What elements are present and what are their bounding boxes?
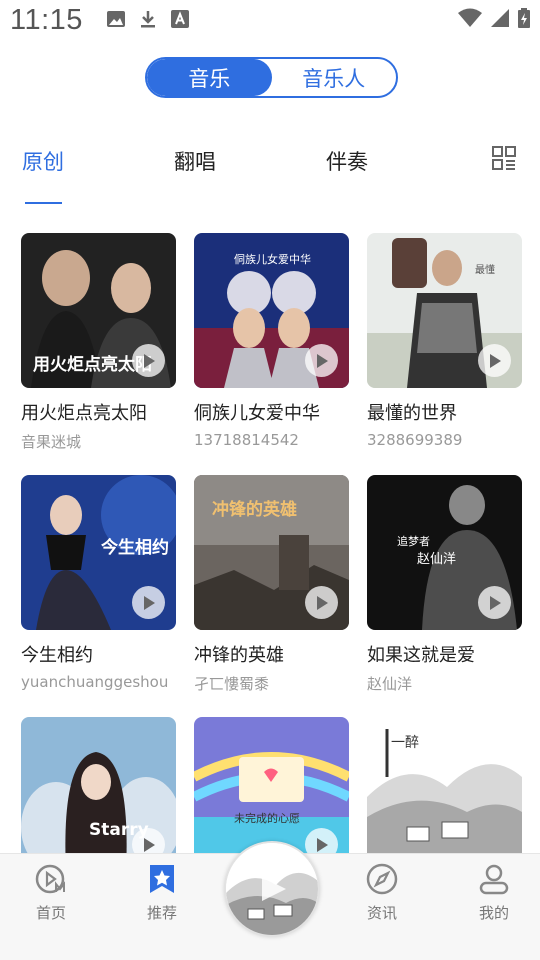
home-play-icon: [35, 864, 65, 894]
song-cover: 今生相约: [21, 475, 176, 630]
segment-musician[interactable]: 音乐人: [272, 59, 397, 96]
nav-news-label: 资讯: [366, 904, 397, 922]
play-icon[interactable]: [478, 586, 511, 619]
song-artist: 赵仙洋: [367, 675, 413, 693]
tab-accompaniment[interactable]: 伴奏: [326, 146, 368, 176]
now-playing-cover: [226, 843, 318, 935]
nav-home-label: 首页: [35, 904, 66, 922]
song-title: 冲锋的英雄: [194, 645, 284, 666]
nav-mine-label: 我的: [478, 904, 509, 922]
song-cover: 追梦者 赵仙洋: [367, 475, 522, 630]
tab-indicator: [25, 202, 62, 204]
song-cover: 侗族儿女爱中华: [194, 233, 349, 388]
song-title: 侗族儿女爱中华: [194, 403, 320, 424]
cover-title-text: 冲锋的英雄: [212, 499, 297, 520]
play-icon[interactable]: [305, 344, 338, 377]
play-icon[interactable]: [305, 586, 338, 619]
svg-text:一醉: 一醉: [391, 735, 419, 751]
song-artist: 孑匸慺蜀黍: [194, 675, 270, 693]
now-playing-disc[interactable]: [224, 841, 320, 937]
song-artist: 音果迷城: [21, 433, 82, 451]
song-cover: Starry: [21, 717, 176, 872]
song-cover: 用火炬点亮太阳: [21, 233, 176, 388]
recommend-star-icon: [150, 865, 174, 893]
nav-recommend-label: 推荐: [146, 904, 177, 922]
song-card[interactable]: 冲锋的英雄 冲锋的英雄 孑匸慺蜀黍: [194, 475, 349, 694]
cover-title-text: 未完成的心愿: [234, 811, 300, 825]
song-title: 最懂的世界: [367, 403, 457, 424]
segment-music[interactable]: 音乐: [147, 59, 272, 96]
play-icon[interactable]: [478, 344, 511, 377]
status-time: 11:15: [10, 4, 83, 36]
wifi-icon: [458, 8, 482, 27]
nav-home[interactable]: 首页: [21, 862, 81, 923]
svg-text:最懂: 最懂: [475, 264, 495, 276]
song-cover: 冲锋的英雄: [194, 475, 349, 630]
song-title: 如果这就是爱: [367, 645, 475, 666]
song-card[interactable]: 今生相约 今生相约 yuanchuanggeshou: [21, 475, 176, 691]
user-icon: [479, 864, 509, 895]
cover-title-text: 侗族儿女爱中华: [234, 252, 311, 266]
app-store-icon: [171, 10, 189, 28]
nav-recommend[interactable]: 推荐: [132, 862, 192, 923]
song-card[interactable]: 一醉: [367, 717, 522, 872]
nav-news[interactable]: 资讯: [352, 862, 412, 923]
nav-mine[interactable]: 我的: [464, 862, 524, 923]
image-icon: [107, 11, 125, 27]
status-bar: 11:15: [0, 0, 540, 42]
song-card[interactable]: 追梦者 赵仙洋 如果这就是爱 赵仙洋: [367, 475, 522, 694]
download-icon: [141, 11, 155, 28]
song-card[interactable]: 侗族儿女爱中华 侗族儿女爱中华 13718814542: [194, 233, 349, 449]
battery-icon: [518, 8, 530, 28]
song-card[interactable]: Starry: [21, 717, 176, 872]
play-icon[interactable]: [132, 586, 165, 619]
song-title: 用火炬点亮太阳: [21, 403, 147, 424]
cover-artist-text: 赵仙洋: [417, 552, 456, 567]
song-cover: 最懂: [367, 233, 522, 388]
song-artist: yuanchuanggeshou: [21, 673, 169, 691]
song-artist: 3288699389: [367, 431, 463, 449]
song-card[interactable]: 最懂 最懂的世界 3288699389: [367, 233, 522, 449]
tab-cover[interactable]: 翻唱: [174, 146, 216, 176]
tab-bar: 原创 翻唱 伴奏: [0, 140, 540, 204]
cover-title-text: 今生相约: [101, 537, 169, 558]
category-segmented-control: 音乐 音乐人: [145, 57, 398, 98]
category-grid-icon[interactable]: [491, 145, 517, 171]
compass-icon: [366, 863, 398, 895]
song-artist: 13718814542: [194, 431, 299, 449]
song-title: 今生相约: [21, 645, 93, 666]
svg-text:追梦者: 追梦者: [397, 534, 430, 548]
signal-icon: [491, 9, 509, 27]
play-icon[interactable]: [132, 344, 165, 377]
song-card[interactable]: 用火炬点亮太阳 用火炬点亮太阳 音果迷城: [21, 233, 176, 452]
tab-original[interactable]: 原创: [22, 146, 64, 176]
song-cover: 一醉: [367, 717, 522, 872]
